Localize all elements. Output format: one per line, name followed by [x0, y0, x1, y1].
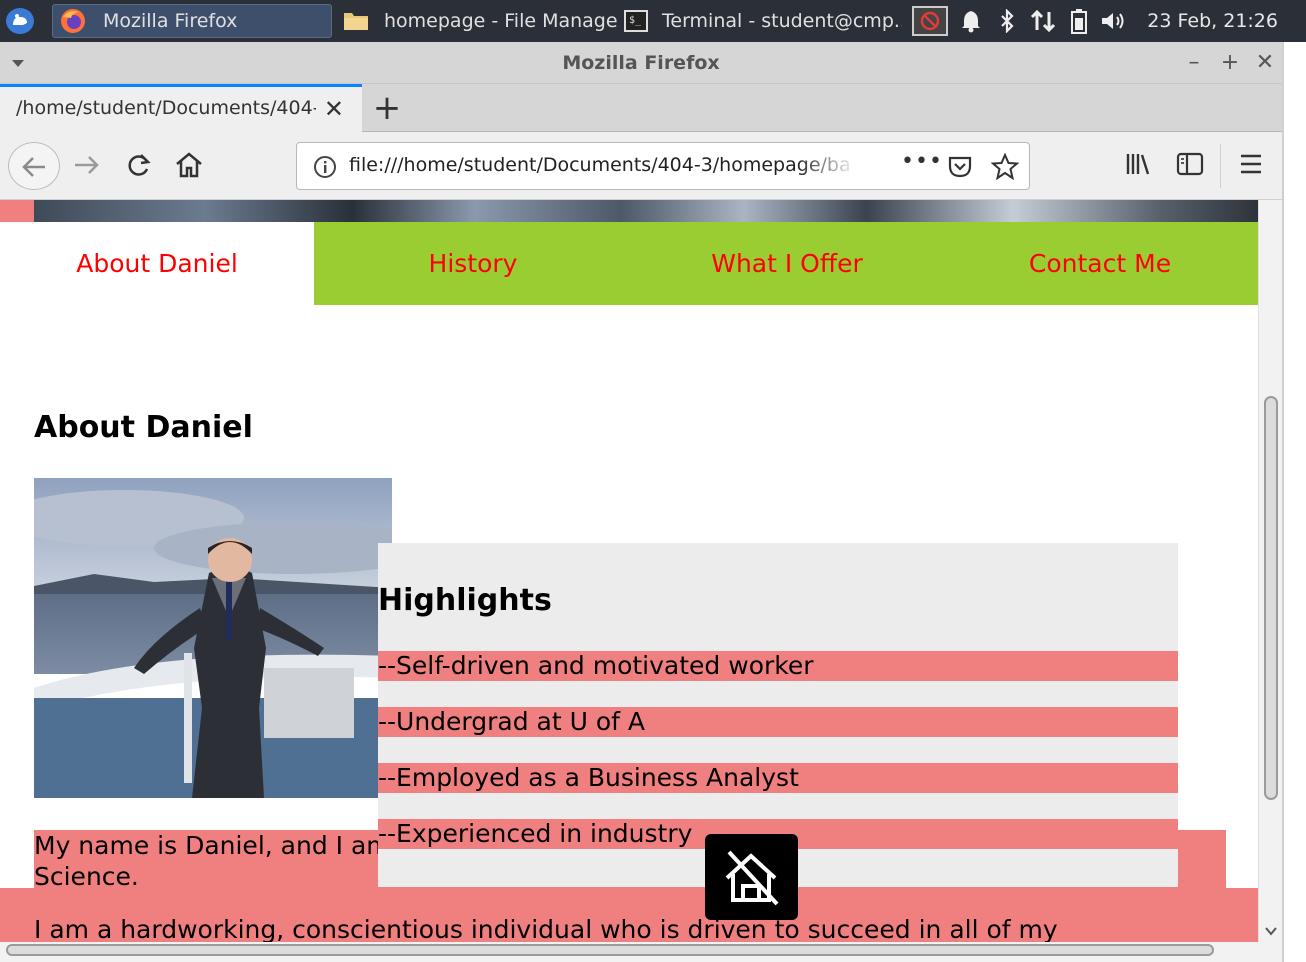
vertical-scrollbar[interactable]: [1258, 200, 1282, 942]
back-button[interactable]: [8, 142, 60, 190]
address-bar[interactable]: file:///home/student/Documents/404-3/hom…: [296, 142, 1030, 190]
system-tray: [912, 0, 1128, 42]
maximize-button[interactable]: +: [1218, 50, 1242, 75]
site-nav-about-daniel[interactable]: About Daniel: [0, 222, 314, 305]
site-navigation: About Daniel History What I Offer Contac…: [0, 222, 1258, 305]
window-titlebar: Mozilla Firefox – + ✕: [0, 42, 1282, 84]
header-accent: [0, 200, 34, 222]
window-title: Mozilla Firefox: [562, 52, 720, 74]
minimize-button[interactable]: –: [1182, 50, 1206, 75]
terminal-icon: $_: [624, 10, 648, 32]
tab-strip: /home/student/Documents/404-3 ✕ +: [0, 84, 1282, 132]
profile-photo: [34, 478, 392, 798]
bluetooth-icon[interactable]: [998, 9, 1016, 33]
network-icon[interactable]: [1030, 8, 1056, 34]
highlights-title: Highlights: [378, 583, 552, 618]
window-right-edge: [1282, 42, 1306, 962]
forward-arrow-icon[interactable]: [72, 150, 102, 180]
taskbar-task-file-manager[interactable]: homepage - File Manager: [338, 4, 618, 38]
taskbar-task-terminal[interactable]: $_ Terminal - student@cmp...: [622, 4, 902, 38]
header-banner-image: [34, 200, 1258, 222]
page-actions-button[interactable]: •••: [901, 149, 943, 174]
navigation-toolbar: file:///home/student/Documents/404-3/hom…: [0, 132, 1282, 200]
horizontal-scrollbar-thumb[interactable]: [6, 944, 1214, 956]
library-icon[interactable]: [1124, 150, 1152, 178]
tab-title: /home/student/Documents/404-3: [16, 97, 316, 119]
no-home-icon: [725, 850, 779, 906]
site-info-icon[interactable]: [313, 155, 337, 179]
tab-active[interactable]: /home/student/Documents/404-3 ✕: [0, 84, 362, 132]
xfce-mouse-icon: [13, 14, 27, 25]
system-taskbar: Mozilla Firefox homepage - File Manager …: [0, 0, 1306, 42]
highlight-item: --Employed as a Business Analyst: [378, 763, 1178, 793]
highlight-item: --Undergrad at U of A: [378, 707, 1178, 737]
site-nav-history[interactable]: History: [316, 222, 630, 305]
firefox-icon: [61, 9, 85, 33]
bookmark-star-icon[interactable]: [991, 153, 1019, 181]
svg-text:$_: $_: [629, 15, 642, 26]
second-paragraph: I am a hardworking, conscientious indivi…: [34, 915, 1058, 942]
highlight-item: --Self-driven and motivated worker: [378, 651, 1178, 681]
bell-icon[interactable]: [960, 9, 982, 33]
toolbar-divider: [1220, 144, 1221, 188]
folder-icon: [344, 13, 368, 30]
tab-close-button[interactable]: ✕: [324, 95, 344, 123]
vertical-scrollbar-thumb[interactable]: [1264, 396, 1278, 800]
page-viewport[interactable]: About Daniel History What I Offer Contac…: [0, 200, 1258, 942]
site-nav-what-i-offer[interactable]: What I Offer: [630, 222, 944, 305]
scroll-down-arrow-icon[interactable]: [1265, 926, 1277, 936]
taskbar-task-label: Mozilla Firefox: [103, 10, 238, 32]
home-icon[interactable]: [174, 150, 204, 180]
pocket-icon[interactable]: [947, 154, 973, 180]
site-nav-contact-me[interactable]: Contact Me: [943, 222, 1257, 305]
horizontal-scrollbar[interactable]: [0, 942, 1282, 962]
sidebar-toggle-icon[interactable]: [1176, 150, 1204, 178]
taskbar-task-label: homepage - File Manager: [384, 10, 618, 32]
taskbar-task-firefox[interactable]: Mozilla Firefox: [52, 4, 332, 38]
new-tab-button[interactable]: +: [372, 88, 402, 128]
taskbar-task-label: Terminal - student@cmp...: [662, 10, 902, 32]
url-fade: [797, 151, 857, 181]
battery-icon[interactable]: [1070, 8, 1088, 34]
url-text[interactable]: file:///home/student/Documents/404-3/hom…: [349, 154, 849, 176]
volume-icon[interactable]: [1100, 10, 1128, 32]
section-title: About Daniel: [34, 410, 253, 445]
back-arrow-icon: [22, 157, 45, 177]
hamburger-menu-icon[interactable]: [1238, 150, 1264, 178]
app-menu-button[interactable]: [6, 8, 34, 34]
reload-icon[interactable]: [124, 150, 154, 180]
profile-photo-illustration: [34, 478, 392, 798]
floating-home-button[interactable]: [705, 834, 798, 920]
clock[interactable]: 23 Feb, 21:26: [1147, 10, 1278, 32]
blocked-icon[interactable]: [912, 6, 948, 36]
close-window-button[interactable]: ✕: [1253, 50, 1277, 75]
